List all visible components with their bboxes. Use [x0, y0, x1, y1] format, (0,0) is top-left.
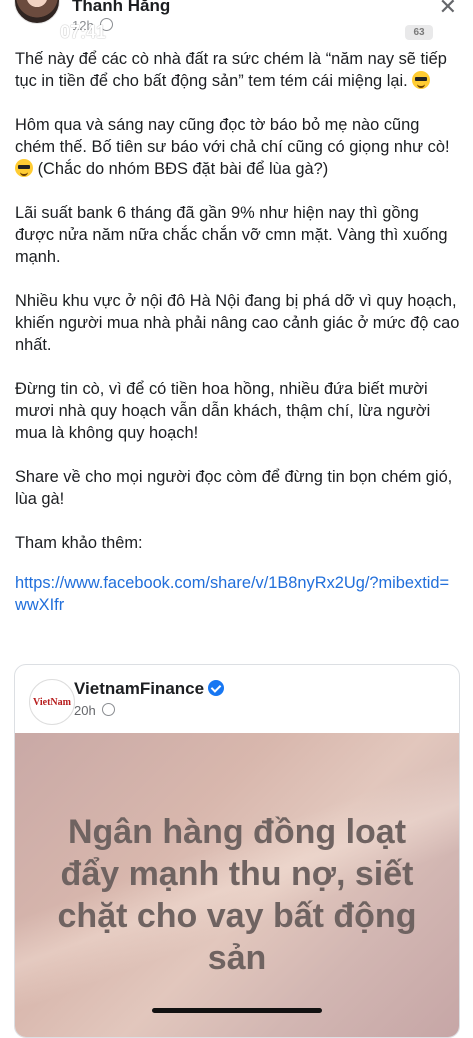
- shared-link[interactable]: https://www.facebook.com/share/v/1B8nyRx…: [15, 572, 460, 616]
- wifi-icon: [378, 26, 395, 39]
- post-paragraph: Thế này để các cò nhà đất ra sức chém là…: [15, 50, 452, 90]
- home-indicator[interactable]: [152, 1008, 322, 1013]
- post-paragraph: Tham khảo thêm:: [15, 534, 143, 552]
- post-paragraph: Share về cho mọi người đọc còm để đừng t…: [15, 468, 457, 508]
- emoji-sunglasses-icon: [15, 159, 33, 177]
- status-time: 07:41: [60, 22, 107, 42]
- author-avatar[interactable]: [14, 0, 60, 24]
- shared-headline: Ngân hàng đồng loạt đẩy mạnh thu nợ, siế…: [57, 813, 417, 977]
- battery-level: 63: [413, 27, 425, 38]
- status-icons: 63: [350, 25, 433, 40]
- shared-post-card[interactable]: VietNam VietnamFinance 20h Ngân hàng đồn…: [14, 664, 460, 1038]
- shared-post-meta: 20h: [74, 703, 116, 718]
- post-paragraph: Hôm qua và sáng nay cũng đọc tờ báo bỏ m…: [15, 116, 450, 178]
- post-paragraph: Lãi suất bank 6 tháng đã gần 9% như hiện…: [15, 204, 453, 266]
- battery-icon: 63: [405, 25, 433, 40]
- emoji-sunglasses-icon: [412, 71, 431, 89]
- post-header: Thanh Hằng 12h ✕ 07:41 63: [0, 0, 473, 46]
- post-paragraph: Đừng tin cò, vì để có tiền hoa hồng, nhi…: [15, 380, 435, 442]
- page-logo[interactable]: VietNam: [29, 679, 75, 725]
- globe-icon: [102, 703, 116, 716]
- close-icon[interactable]: ✕: [439, 0, 457, 20]
- shared-post-image[interactable]: Ngân hàng đồng loạt đẩy mạnh thu nợ, siế…: [15, 733, 459, 1037]
- shared-post-time[interactable]: 20h: [74, 703, 96, 718]
- author-name[interactable]: Thanh Hằng: [72, 0, 170, 16]
- verified-icon: [208, 680, 225, 696]
- post-body: Thế này để các cò nhà đất ra sức chém là…: [15, 48, 460, 616]
- page-name[interactable]: VietnamFinance: [74, 679, 225, 699]
- signal-icon: [350, 26, 368, 39]
- post-paragraph: Nhiều khu vực ở nội đô Hà Nội đang bị ph…: [15, 292, 464, 354]
